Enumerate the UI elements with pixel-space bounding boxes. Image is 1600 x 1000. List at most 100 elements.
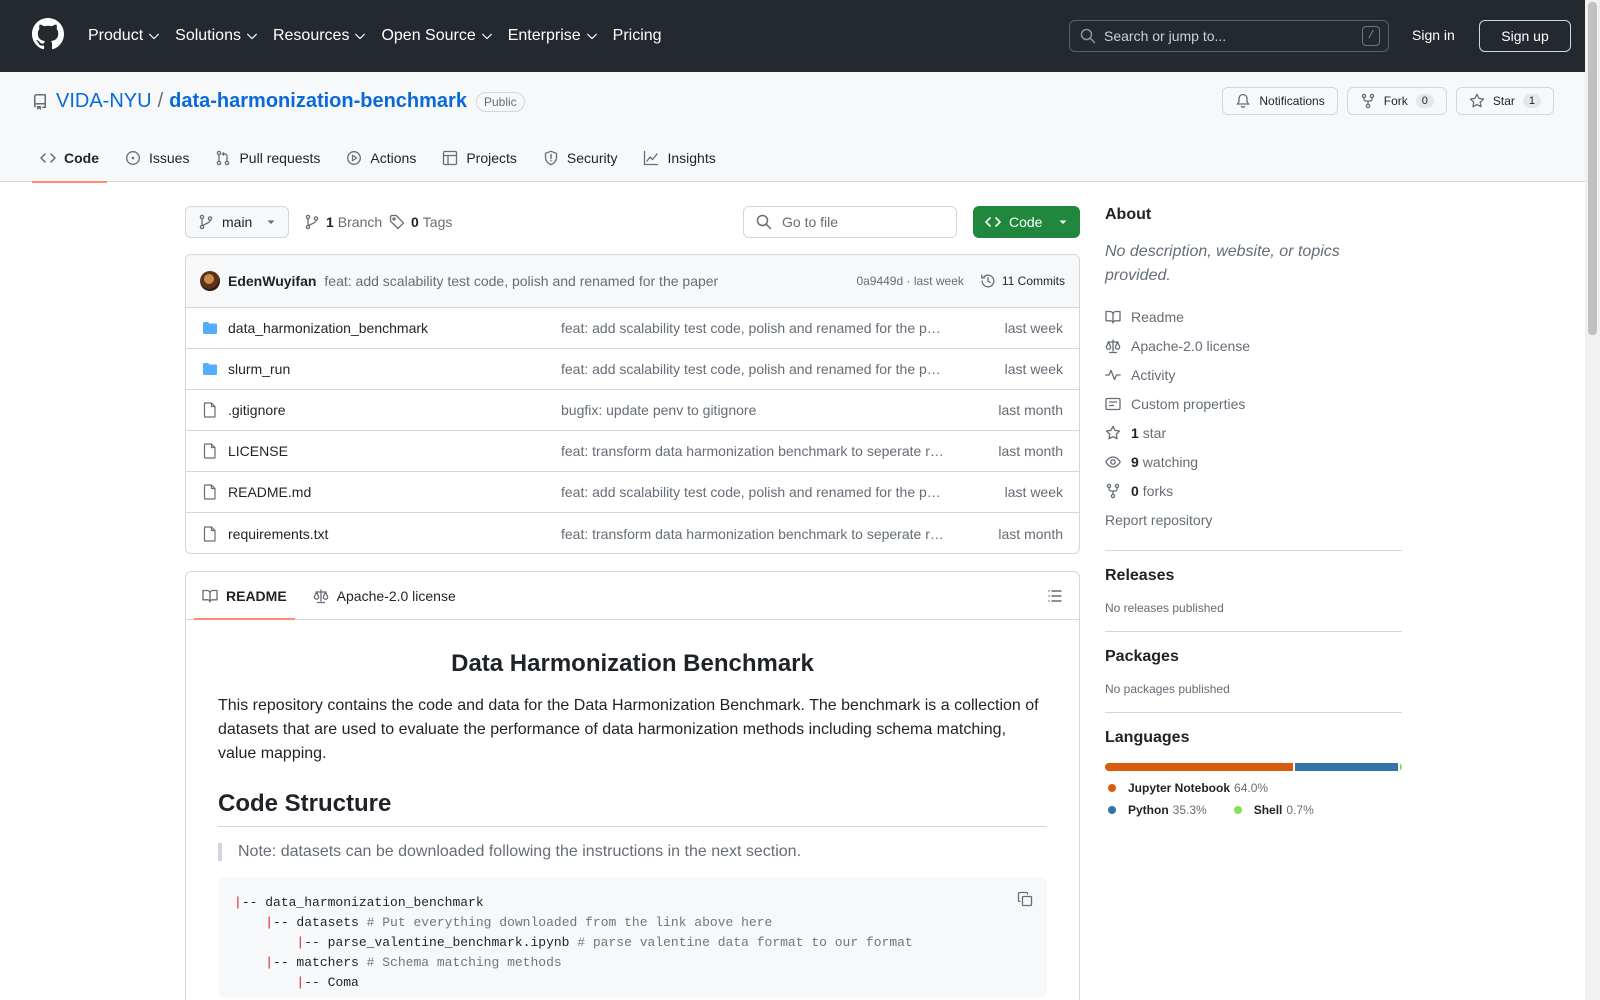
file-row[interactable]: LICENSE feat: transform data harmonizatio… <box>186 431 1079 472</box>
search-icon <box>1080 28 1096 44</box>
commit-sha-link[interactable]: 0a9449d · last week <box>856 274 963 288</box>
repo-title: VIDA-NYU / data-harmonization-benchmark … <box>32 90 525 113</box>
code-line: |-- Coma <box>234 973 1031 993</box>
about-link-forks[interactable]: 0 forks <box>1105 476 1402 505</box>
license-tab[interactable]: Apache-2.0 license <box>305 572 464 619</box>
code-path: -- datasets <box>273 915 367 930</box>
commit-author-link[interactable]: EdenWuyifan <box>228 273 316 289</box>
language-color-dot <box>1108 784 1116 792</box>
table-icon <box>443 150 458 166</box>
notifications-label: Notifications <box>1259 94 1325 108</box>
nav-enterprise[interactable]: Enterprise <box>508 27 599 45</box>
repo-path-separator: / <box>157 90 164 112</box>
file-name-link[interactable]: LICENSE <box>228 443 561 459</box>
tab-code[interactable]: Code <box>32 134 107 183</box>
readme-tab-label: README <box>226 587 287 604</box>
notifications-button[interactable]: Notifications <box>1222 87 1338 115</box>
file-name-link[interactable]: README.md <box>228 484 561 500</box>
nav-resources[interactable]: Resources <box>273 27 367 45</box>
fork-counter: 0 <box>1415 94 1434 108</box>
report-repository-link[interactable]: Report repository <box>1105 505 1402 534</box>
file-row[interactable]: .gitignore bugfix: update penv to gitigno… <box>186 390 1079 431</box>
commits-history-link[interactable]: 11 Commits <box>980 273 1065 289</box>
repo-name-link[interactable]: data-harmonization-benchmark <box>169 90 467 113</box>
file-name-link[interactable]: data_harmonization_benchmark <box>228 320 561 336</box>
file-commit-message-link[interactable]: feat: transform data harmonization bench… <box>561 526 946 542</box>
about-link-apache-2-0-license[interactable]: Apache-2.0 license <box>1105 331 1402 360</box>
tab-security[interactable]: Security <box>535 134 626 182</box>
readme-tab[interactable]: README <box>194 572 295 620</box>
tab-actions[interactable]: Actions <box>338 134 424 182</box>
github-logo-icon[interactable] <box>32 18 64 50</box>
file-name-link[interactable]: slurm_run <box>228 361 561 377</box>
sign-in-link[interactable]: Sign in <box>1412 27 1455 43</box>
file-commit-message-link[interactable]: feat: add scalability test code, polish … <box>561 361 946 377</box>
file-name-link[interactable]: .gitignore <box>228 402 561 418</box>
nav-solutions[interactable]: Solutions <box>175 27 259 45</box>
language-item[interactable]: Python 35.3% <box>1105 803 1207 817</box>
code-line: |-- matchers # Schema matching methods <box>234 953 1031 973</box>
commit-message-link[interactable]: feat: add scalability test code, polish … <box>324 273 856 289</box>
about-link-custom-properties[interactable]: Custom properties <box>1105 389 1402 418</box>
file-commit-message-link[interactable]: bugfix: update penv to gitignore <box>561 402 946 418</box>
language-name: Python <box>1128 803 1169 817</box>
language-item[interactable]: Shell 0.7% <box>1231 803 1314 817</box>
releases-empty-text: No releases published <box>1105 601 1224 615</box>
branch-selector-button[interactable]: main <box>185 206 289 238</box>
code-download-button[interactable]: Code <box>973 206 1080 238</box>
about-link-watching[interactable]: 9 watching <box>1105 447 1402 476</box>
author-avatar[interactable] <box>200 271 220 291</box>
file-name-link[interactable]: requirements.txt <box>228 526 561 542</box>
file-row[interactable]: README.md feat: add scalability test code… <box>186 472 1079 513</box>
file-icon <box>203 484 216 500</box>
code-lines: |-- data_harmonization_benchmark |-- dat… <box>234 893 1031 993</box>
global-header: Product Solutions Resources Open Source Ente… <box>0 0 1600 72</box>
about-link-star[interactable]: 1 star <box>1105 418 1402 447</box>
fork-button[interactable]: Fork 0 <box>1346 87 1447 115</box>
star-button[interactable]: Star 1 <box>1455 87 1554 115</box>
repo-owner-link[interactable]: VIDA-NYU <box>56 90 152 113</box>
table-of-contents-icon[interactable] <box>1047 588 1063 604</box>
caret-down-icon <box>1059 220 1067 224</box>
tab-pull-requests[interactable]: Pull requests <box>207 134 328 182</box>
file-commit-message-link[interactable]: feat: add scalability test code, polish … <box>561 320 946 336</box>
sign-up-button[interactable]: Sign up <box>1479 20 1571 52</box>
tab-insights[interactable]: Insights <box>635 134 723 182</box>
divider <box>1105 712 1402 713</box>
file-row[interactable]: data_harmonization_benchmark feat: add sc… <box>186 308 1079 349</box>
nav-product[interactable]: Product <box>88 27 161 45</box>
file-commit-message-link[interactable]: feat: transform data harmonization bench… <box>561 443 946 459</box>
tab-projects[interactable]: Projects <box>434 134 525 182</box>
nav-product-label: Product <box>88 27 144 44</box>
eye-icon <box>1105 455 1121 468</box>
languages-heading: Languages <box>1105 729 1190 746</box>
go-to-file-input[interactable]: Go to file <box>743 206 957 238</box>
branches-link[interactable]: 1 Branch <box>304 214 382 230</box>
packages-heading[interactable]: Packages <box>1105 648 1402 666</box>
repo-header: VIDA-NYU / data-harmonization-benchmark … <box>0 72 1600 183</box>
file-commit-message-link[interactable]: feat: add scalability test code, polish … <box>561 484 946 500</box>
file-row[interactable]: slurm_run feat: add scalability test code… <box>186 349 1079 390</box>
scrollbar-thumb[interactable] <box>1588 2 1597 335</box>
copy-icon[interactable] <box>1017 891 1033 907</box>
tab-issues[interactable]: Issues <box>117 134 197 182</box>
file-row[interactable]: requirements.txt feat: transform data har… <box>186 513 1079 553</box>
about-link-activity[interactable]: Activity <box>1105 360 1402 389</box>
commit-sha: 0a9449d <box>856 274 904 288</box>
about-link-readme[interactable]: Readme <box>1105 302 1402 331</box>
file-commit-date: last month <box>998 525 1063 542</box>
readme-tabs: README Apache-2.0 license <box>186 572 1079 620</box>
releases-heading[interactable]: Releases <box>1105 567 1402 585</box>
search-placeholder: Search or jump to... <box>1104 28 1227 44</box>
global-search-input[interactable]: Search or jump to... / <box>1069 20 1389 52</box>
tags-link[interactable]: 0 Tags <box>389 214 452 230</box>
about-link-label: Apache-2.0 license <box>1131 337 1251 354</box>
page-scrollbar[interactable] <box>1585 0 1600 1000</box>
nav-open-source[interactable]: Open Source <box>381 27 493 45</box>
tab-code-label: Code <box>64 150 99 166</box>
language-item[interactable]: Jupyter Notebook 64.0% <box>1105 781 1268 795</box>
nav-pricing-label: Pricing <box>612 27 662 44</box>
folder-icon <box>203 322 217 334</box>
nav-pricing[interactable]: Pricing <box>613 27 662 45</box>
